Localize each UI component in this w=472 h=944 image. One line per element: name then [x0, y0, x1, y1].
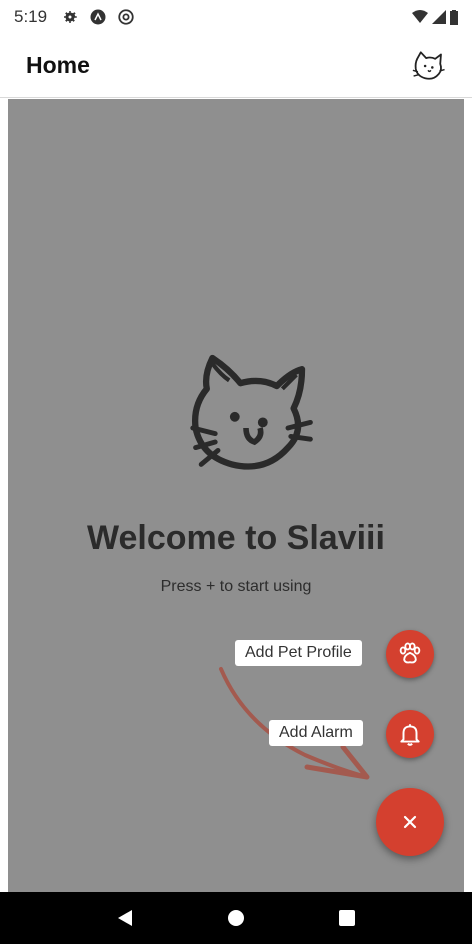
nav-bar [0, 892, 472, 944]
cat-logo-icon [190, 354, 313, 470]
wifi-icon [412, 10, 428, 23]
app-notification-icon [90, 9, 106, 25]
bell-icon [400, 724, 420, 746]
status-icons-left [61, 8, 135, 26]
add-alarm-button[interactable] [386, 710, 434, 758]
close-icon [403, 815, 417, 829]
signal-icon [432, 10, 446, 24]
cat-logo-icon[interactable] [410, 48, 446, 84]
nav-recents-button[interactable] [332, 903, 362, 933]
speed-dial-close-button[interactable] [376, 788, 444, 856]
recents-icon [338, 910, 355, 926]
welcome-subtitle: Press + to start using [160, 578, 312, 595]
status-time: 5:19 [14, 7, 48, 26]
page-title: Home [26, 52, 90, 78]
add-pet-profile-label[interactable]: Add Pet Profile [235, 640, 362, 666]
screen: 5:19 Home Welcome to Slaviii Press + to … [0, 0, 472, 944]
battery-icon [450, 9, 458, 25]
home-icon [227, 910, 244, 926]
nav-home-button[interactable] [221, 903, 251, 933]
app-bar: Home [0, 34, 472, 98]
welcome-title: Welcome to Slaviii [87, 519, 385, 557]
paw-icon [399, 642, 421, 664]
status-bar: 5:19 [0, 0, 472, 34]
add-pet-profile-button[interactable] [386, 630, 434, 678]
nav-back-button[interactable] [110, 903, 140, 933]
back-icon [118, 910, 133, 926]
status-icons-right [412, 9, 458, 25]
add-alarm-label[interactable]: Add Alarm [269, 720, 363, 746]
gear-icon [64, 11, 77, 23]
at-sign-icon [118, 9, 134, 25]
